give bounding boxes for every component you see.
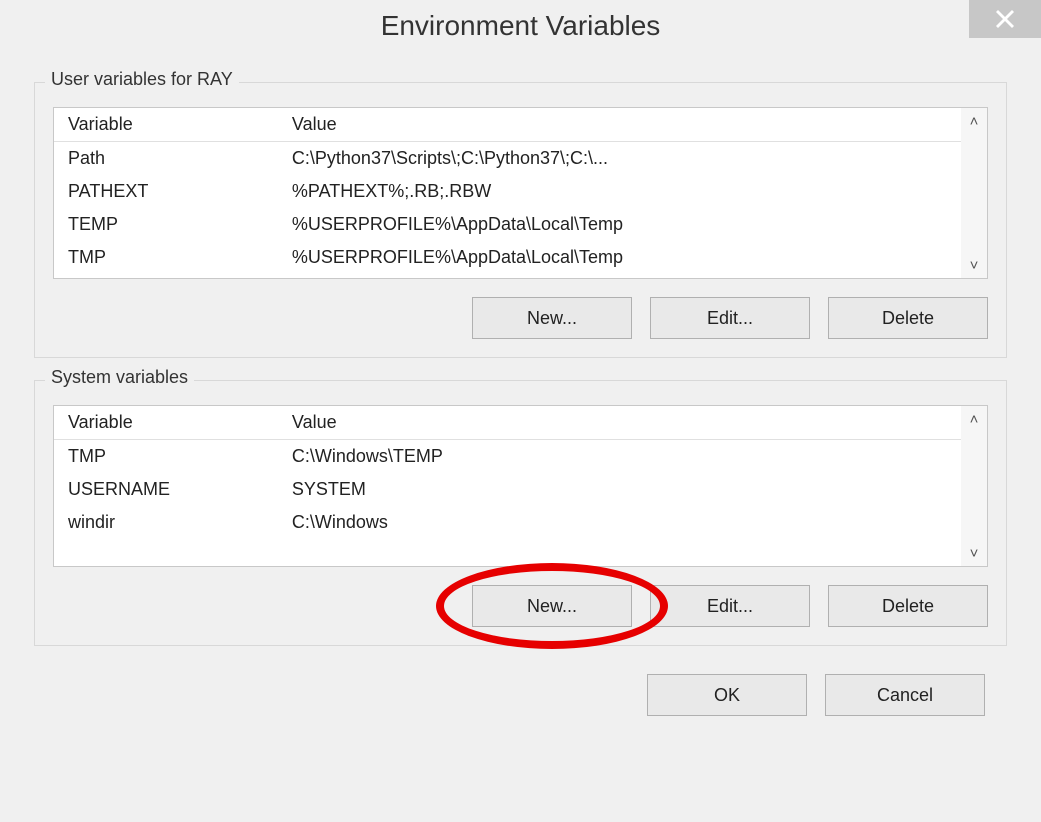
cell-variable: TMP bbox=[54, 440, 278, 474]
table-row[interactable]: USERNAME SYSTEM bbox=[54, 473, 987, 506]
titlebar: Environment Variables bbox=[0, 0, 1041, 52]
table-row[interactable]: TMP %USERPROFILE%\AppData\Local\Temp bbox=[54, 241, 987, 274]
user-variables-group: User variables for RAY Variable Value Pa… bbox=[34, 82, 1007, 358]
cell-value: C:\Python37\Scripts\;C:\Python37\;C:\... bbox=[278, 142, 987, 176]
cell-value: %USERPROFILE%\AppData\Local\Temp bbox=[278, 208, 987, 241]
cell-variable: PATHEXT bbox=[54, 175, 278, 208]
edit-button[interactable]: Edit... bbox=[650, 585, 810, 627]
close-icon[interactable] bbox=[969, 0, 1041, 38]
cell-value: C:\Windows bbox=[278, 506, 987, 539]
cell-variable: USERNAME bbox=[54, 473, 278, 506]
table-row[interactable]: TMP C:\Windows\TEMP bbox=[54, 440, 987, 474]
ok-button[interactable]: OK bbox=[647, 674, 807, 716]
column-header-value[interactable]: Value bbox=[278, 406, 987, 440]
column-header-variable[interactable]: Variable bbox=[54, 108, 278, 142]
new-button[interactable]: New... bbox=[472, 297, 632, 339]
window-title: Environment Variables bbox=[381, 10, 661, 42]
user-variables-buttons: New... Edit... Delete bbox=[53, 297, 988, 339]
column-header-variable[interactable]: Variable bbox=[54, 406, 278, 440]
chevron-up-icon[interactable]: ˄ bbox=[961, 406, 987, 432]
chevron-down-icon[interactable]: ˅ bbox=[961, 540, 987, 566]
cell-value: %USERPROFILE%\AppData\Local\Temp bbox=[278, 241, 987, 274]
dialog-body: User variables for RAY Variable Value Pa… bbox=[0, 52, 1041, 726]
system-variables-legend: System variables bbox=[45, 367, 194, 388]
new-button[interactable]: New... bbox=[472, 585, 632, 627]
cell-variable: Path bbox=[54, 142, 278, 176]
column-header-value[interactable]: Value bbox=[278, 108, 987, 142]
dialog-footer: OK Cancel bbox=[34, 674, 1007, 716]
scrollbar[interactable]: ˄ ˅ bbox=[961, 406, 987, 566]
edit-button[interactable]: Edit... bbox=[650, 297, 810, 339]
system-variables-buttons: New... Edit... Delete bbox=[53, 585, 988, 627]
user-variables-legend: User variables for RAY bbox=[45, 69, 239, 90]
cell-value: C:\Windows\TEMP bbox=[278, 440, 987, 474]
table-row[interactable]: TEMP %USERPROFILE%\AppData\Local\Temp bbox=[54, 208, 987, 241]
user-variables-table[interactable]: Variable Value Path C:\Python37\Scripts\… bbox=[53, 107, 988, 279]
delete-button[interactable]: Delete bbox=[828, 585, 988, 627]
cell-value: SYSTEM bbox=[278, 473, 987, 506]
cell-variable: TMP bbox=[54, 241, 278, 274]
system-variables-group: System variables Variable Value TMP C:\W… bbox=[34, 380, 1007, 646]
cell-value: %PATHEXT%;.RB;.RBW bbox=[278, 175, 987, 208]
delete-button[interactable]: Delete bbox=[828, 297, 988, 339]
chevron-up-icon[interactable]: ˄ bbox=[961, 108, 987, 134]
table-row[interactable]: PATHEXT %PATHEXT%;.RB;.RBW bbox=[54, 175, 987, 208]
table-row[interactable]: Path C:\Python37\Scripts\;C:\Python37\;C… bbox=[54, 142, 987, 176]
cancel-button[interactable]: Cancel bbox=[825, 674, 985, 716]
cell-variable: TEMP bbox=[54, 208, 278, 241]
table-row[interactable]: windir C:\Windows bbox=[54, 506, 987, 539]
chevron-down-icon[interactable]: ˅ bbox=[961, 252, 987, 278]
cell-variable: windir bbox=[54, 506, 278, 539]
system-variables-table[interactable]: Variable Value TMP C:\Windows\TEMP USERN… bbox=[53, 405, 988, 567]
scrollbar[interactable]: ˄ ˅ bbox=[961, 108, 987, 278]
